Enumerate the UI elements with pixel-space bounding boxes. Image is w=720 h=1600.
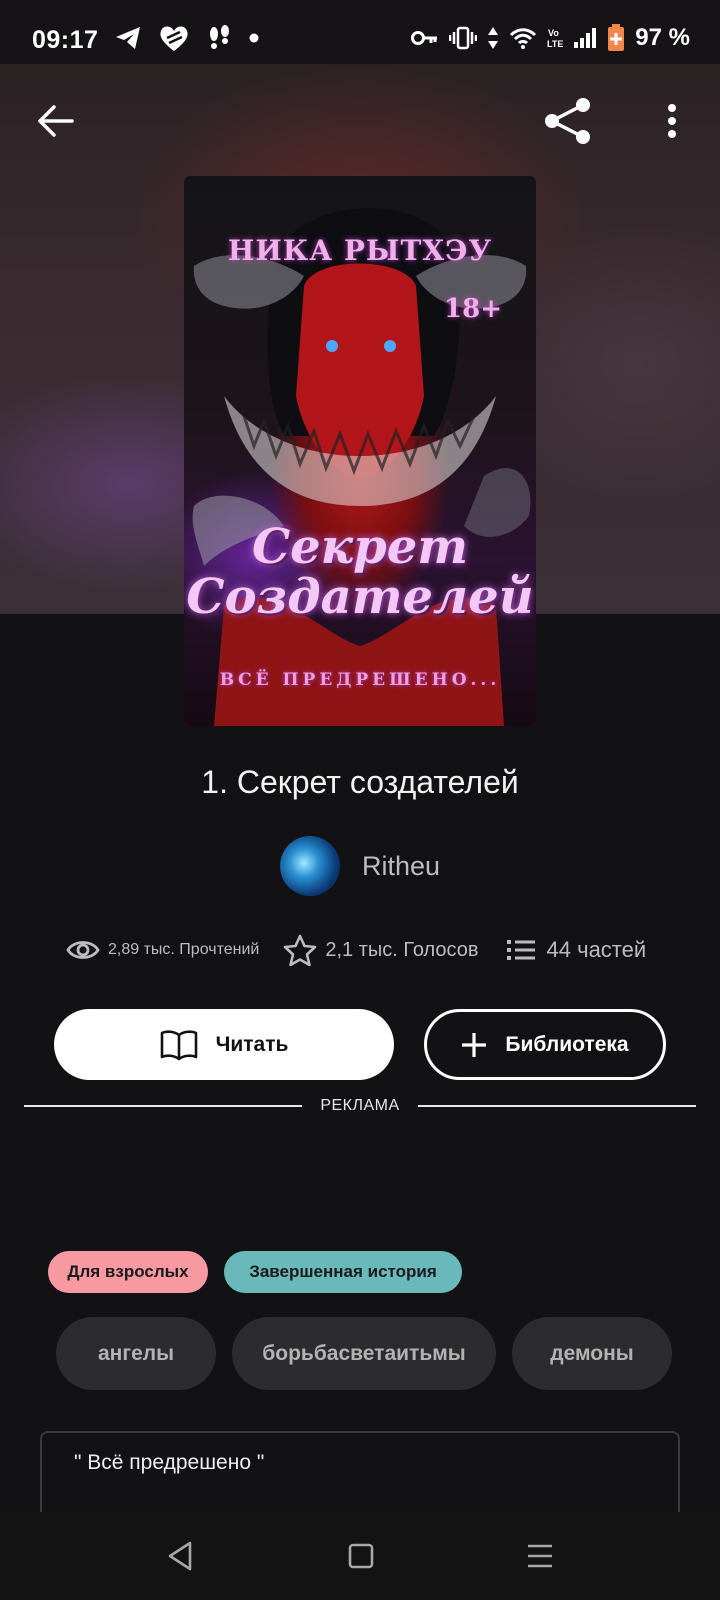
eye-icon	[66, 941, 100, 959]
ad-divider-line-right	[417, 1105, 696, 1107]
read-button[interactable]: Читать	[54, 1009, 394, 1080]
stats-row: 2,89 тыс. Прочтений 2,1 тыс. Голосов 44 …	[66, 930, 646, 970]
svg-text:LTE: LTE	[547, 39, 563, 49]
telegram-icon	[116, 27, 140, 49]
vibrate-icon	[449, 26, 478, 50]
reads-count: 2,89 тыс. Прочтений	[108, 941, 260, 958]
status-left-icons	[114, 24, 260, 52]
status-right-icons: Vo LTE 97 %	[411, 24, 690, 52]
cover-title: Секрет Создателей	[184, 522, 536, 622]
star-icon	[284, 934, 317, 966]
mature-badge: Для взрослых	[48, 1251, 208, 1293]
more-button[interactable]	[652, 96, 692, 146]
cover-title-line-2: Создателей	[186, 569, 534, 625]
back-arrow-icon	[38, 105, 74, 137]
footsteps-icon	[210, 25, 229, 49]
back-button[interactable]	[30, 96, 80, 146]
list-icon	[506, 940, 535, 960]
share-button[interactable]	[538, 94, 598, 148]
stat-votes: 2,1 тыс. Голосов	[283, 934, 479, 966]
share-icon	[545, 98, 590, 144]
nav-recents-icon[interactable]	[526, 1543, 554, 1569]
tag-chip[interactable]: борьбасветаитьмы	[232, 1317, 496, 1390]
data-arrows-icon	[488, 27, 499, 49]
tag-chip[interactable]: демоны	[512, 1317, 672, 1390]
plus-icon	[462, 1032, 487, 1057]
stat-parts: 44 частей	[506, 937, 647, 963]
cover-tagline: ВСЁ ПРЕДРЕШЕНО...	[219, 670, 501, 690]
status-bar: 09:17 Vo LTE 97 %	[0, 0, 720, 64]
battery-icon	[608, 24, 625, 51]
wifi-icon	[510, 28, 537, 49]
completed-badge: Завершенная история	[224, 1251, 462, 1293]
cover-age-rating: 18+	[444, 294, 502, 324]
book-cover[interactable]: НИКА РЫТХЭУ 18+ Секрет Создателей ВСЁ ПР…	[184, 176, 536, 726]
svg-text:Vo: Vo	[548, 28, 559, 38]
add-to-library-button[interactable]: Библиотека	[424, 1009, 666, 1080]
status-time: 09:17	[32, 26, 99, 54]
dot-icon	[249, 33, 259, 43]
author-name[interactable]: Ritheu	[362, 851, 440, 882]
volte-icon: Vo LTE	[547, 28, 563, 49]
heart-app-icon	[160, 26, 188, 51]
avatar[interactable]	[279, 836, 340, 896]
key-icon	[411, 31, 438, 45]
description-text: " Всё предрешено "	[74, 1451, 265, 1474]
tag-chip[interactable]: ангелы	[56, 1317, 216, 1390]
nav-back-icon[interactable]	[166, 1540, 196, 1572]
more-vertical-icon	[668, 104, 676, 138]
parts-count: 44 частей	[546, 937, 647, 962]
library-button-label: Библиотека	[505, 1032, 629, 1056]
ad-label: РЕКЛАМА	[320, 1097, 400, 1114]
ad-divider: РЕКЛАМА	[24, 1094, 696, 1118]
stat-reads: 2,89 тыс. Прочтений	[66, 938, 259, 962]
system-nav-bar	[0, 1512, 720, 1600]
ad-divider-line-left	[24, 1105, 303, 1107]
cover-author-text: НИКА РЫТХЭУ	[227, 234, 493, 267]
battery-percent: 97 %	[635, 24, 690, 51]
votes-count: 2,1 тыс. Голосов	[325, 938, 479, 961]
book-open-icon	[160, 1029, 197, 1060]
signal-icon	[574, 28, 597, 48]
book-title: 1. Секрет создателей	[201, 764, 519, 800]
read-button-label: Читать	[215, 1032, 289, 1056]
nav-home-icon[interactable]	[347, 1542, 375, 1570]
author-row[interactable]: Ritheu	[0, 836, 720, 896]
cover-title-line-1: Секрет	[251, 519, 469, 575]
description-card[interactable]: " Всё предрешено "	[40, 1431, 680, 1521]
